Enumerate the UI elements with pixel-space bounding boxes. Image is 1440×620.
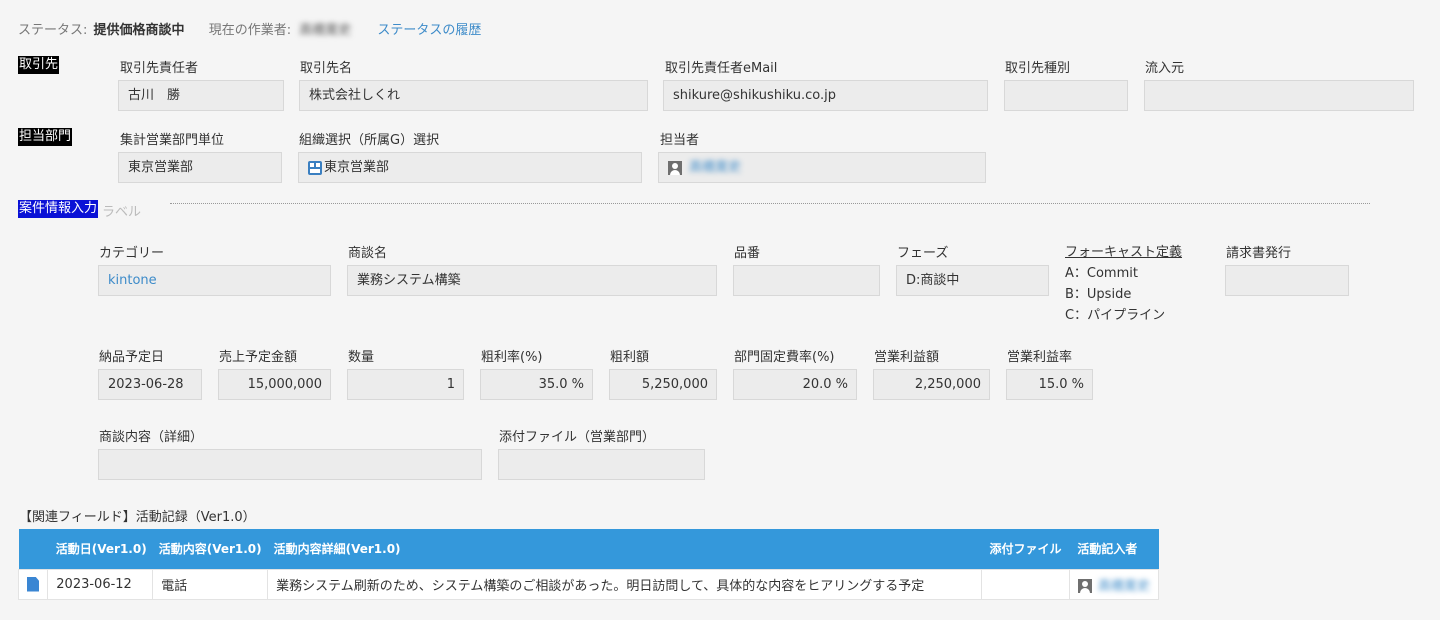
worker-value: 高橋寛史: [299, 23, 352, 38]
deal-detail-field[interactable]: [98, 449, 482, 480]
row-detail: 業務システム刷新のため、システム構築のご相談があった。明日訪問して、具体的な内容…: [267, 568, 982, 600]
part-no-label: 品番: [734, 246, 761, 261]
contact-person-label: 取引先責任者: [120, 61, 199, 76]
category-field[interactable]: kintone: [98, 265, 331, 296]
fixed-cost-rate-field[interactable]: 20.0 %: [733, 369, 857, 400]
contact-person-field[interactable]: 古川 勝: [118, 80, 284, 111]
assignee-label: 担当者: [660, 133, 700, 148]
email-label: 取引先責任者eMail: [665, 61, 778, 76]
company-name-label: 取引先名: [300, 61, 353, 76]
invoice-field[interactable]: [1225, 265, 1349, 296]
related-records-table: 活動日(Ver1.0) 活動内容(Ver1.0) 活動内容詳細(Ver1.0) …: [17, 529, 1160, 600]
column-header-detail: 活動内容詳細(Ver1.0): [267, 529, 982, 569]
user-icon: [1077, 579, 1092, 593]
status-label: ステータス:: [18, 23, 88, 38]
operating-margin-label: 営業利益率: [1007, 350, 1073, 365]
client-type-label: 取引先種別: [1005, 61, 1071, 76]
section-divider: [170, 203, 1370, 204]
assignee-value[interactable]: 高橋寛史: [689, 153, 741, 182]
gross-profit-label: 粗利額: [610, 350, 650, 365]
fixed-cost-rate-label: 部門固定費率(%): [734, 350, 835, 365]
forecast-item-a: A：Commit: [1065, 266, 1138, 281]
category-label: カテゴリー: [99, 246, 165, 261]
phase-label: フェーズ: [897, 246, 949, 261]
organization-icon: [308, 160, 322, 175]
sales-unit-field[interactable]: 東京営業部: [118, 152, 282, 183]
company-name-field[interactable]: 株式会社しくれ: [299, 80, 648, 111]
quantity-label: 数量: [348, 350, 375, 365]
row-detail-link[interactable]: [17, 568, 49, 600]
deal-section-tag-overflow: ラベル: [102, 205, 142, 220]
attachment-label: 添付ファイル（営業部門）: [499, 430, 656, 445]
forecast-title: フォーキャスト定義: [1065, 245, 1183, 260]
column-header-type: 活動内容(Ver1.0): [152, 529, 268, 569]
operating-profit-field[interactable]: 2,250,000: [873, 369, 990, 400]
table-row: 2023-06-12 電話 業務システム刷新のため、システム構築のご相談があった…: [17, 568, 1160, 600]
assignee-field[interactable]: 高橋寛史: [658, 152, 986, 183]
column-header-icon: [18, 529, 48, 569]
deal-name-field[interactable]: 業務システム構築: [347, 265, 717, 296]
email-field[interactable]: shikure@shikushiku.co.jp: [663, 80, 988, 111]
phase-field[interactable]: D:商談中: [896, 265, 1049, 296]
table-header-row: 活動日(Ver1.0) 活動内容(Ver1.0) 活動内容詳細(Ver1.0) …: [18, 529, 1159, 569]
org-select-label: 組織選択（所属G）選択: [299, 133, 440, 148]
forecast-definition: フォーキャスト定義 A：Commit B：Upside C：パイプライン: [1065, 242, 1182, 326]
org-select-value: 東京営業部: [324, 160, 390, 175]
gross-margin-rate-field[interactable]: 35.0 %: [480, 369, 593, 400]
client-section-tag: 取引先: [18, 56, 60, 74]
sales-amount-field[interactable]: 15,000,000: [218, 369, 331, 400]
forecast-item-b: B：Upside: [1065, 287, 1132, 302]
department-section-tag: 担当部門: [18, 128, 73, 146]
sales-amount-label: 売上予定金額: [219, 350, 298, 365]
gross-profit-field[interactable]: 5,250,000: [609, 369, 717, 400]
attachment-field[interactable]: [498, 449, 705, 480]
status-value: 提供価格商談中: [93, 23, 185, 38]
row-type: 電話: [152, 568, 269, 600]
document-icon[interactable]: [27, 576, 39, 592]
org-select-field[interactable]: 東京営業部: [298, 152, 642, 183]
deal-name-label: 商談名: [348, 246, 388, 261]
user-icon: [668, 160, 682, 175]
row-date: 2023-06-12: [47, 568, 154, 600]
column-header-date: 活動日(Ver1.0): [47, 529, 153, 569]
client-type-field[interactable]: [1004, 80, 1128, 111]
row-attachment: [980, 568, 1070, 600]
source-label: 流入元: [1145, 61, 1185, 76]
status-bar: ステータス: 提供価格商談中 現在の作業者: 高橋寛史 ステータスの履歴: [18, 19, 481, 38]
worker-label: 現在の作業者:: [208, 23, 292, 38]
column-header-attachment: 添付ファイル: [981, 529, 1070, 569]
part-no-field[interactable]: [733, 265, 880, 296]
invoice-label: 請求書発行: [1226, 246, 1292, 261]
status-history-link[interactable]: ステータスの履歴: [377, 23, 481, 38]
forecast-item-c: C：パイプライン: [1065, 308, 1166, 323]
operating-margin-field[interactable]: 15.0 %: [1006, 369, 1093, 400]
operating-profit-label: 営業利益額: [874, 350, 940, 365]
related-records-title: 【関連フィールド】活動記録（Ver1.0）: [19, 510, 256, 525]
column-header-recorder: 活動記入者: [1069, 529, 1159, 569]
row-recorder-value[interactable]: 高橋寛史: [1098, 575, 1150, 594]
row-recorder: 高橋寛史: [1068, 568, 1160, 600]
deal-section-tag: 案件情報入力: [18, 200, 99, 218]
deal-detail-label: 商談内容（詳細）: [99, 430, 204, 445]
sales-unit-label: 集計営業部門単位: [120, 133, 225, 148]
source-field[interactable]: [1144, 80, 1414, 111]
quantity-field[interactable]: 1: [347, 369, 464, 400]
delivery-date-field[interactable]: 2023-06-28: [98, 369, 202, 400]
delivery-date-label: 納品予定日: [99, 350, 165, 365]
gross-margin-rate-label: 粗利率(%): [481, 350, 543, 365]
